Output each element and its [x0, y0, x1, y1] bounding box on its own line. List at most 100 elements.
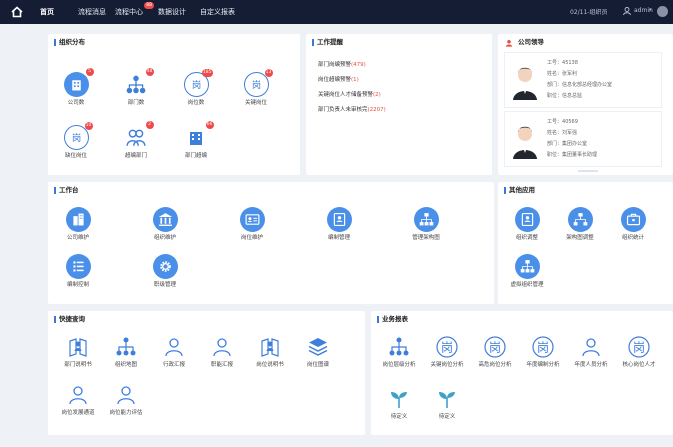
- home-icon[interactable]: [10, 5, 24, 19]
- leader-photo: [511, 121, 539, 159]
- quick-item-label: 职能汇报: [210, 362, 233, 368]
- app-item-label: 架构图调整: [566, 235, 594, 241]
- org-item-vacant-posts[interactable]: 岗 10 缺位岗位: [56, 122, 96, 160]
- workbench-item-label: 公司维护: [66, 235, 89, 241]
- quick-item[interactable]: 行政汇报: [154, 335, 194, 369]
- nav-data-design[interactable]: 数据设计: [158, 7, 186, 17]
- post-icon: 岗 185: [183, 69, 213, 97]
- nav-custom-report[interactable]: 自定义报表: [200, 7, 235, 17]
- quick-item[interactable]: 岗位说明书: [250, 335, 290, 369]
- person-icon: [69, 386, 87, 405]
- workbench-item[interactable]: 编制控制: [58, 254, 98, 289]
- reminder-item[interactable]: 部门岗编预警(479): [318, 60, 366, 68]
- quick-item[interactable]: 部门说明书: [58, 335, 98, 369]
- report-item[interactable]: 待定义: [427, 387, 467, 421]
- bank-icon: [152, 207, 178, 232]
- user-icon[interactable]: [622, 6, 632, 16]
- report-item-label: 岗位层级分析: [382, 362, 416, 368]
- field-value: 信息化部总经理办公室: [562, 82, 613, 88]
- quick-item[interactable]: 职能汇报: [202, 335, 242, 369]
- other-apps-panel: 其他应用 组织调整 架构图调整 组织统计 虚拟组织管理: [498, 182, 673, 304]
- top-navigation-bar: 首页 流程消息 流程中心 88 数据设计 自定义报表 02/11-组织员 admi…: [0, 0, 673, 24]
- report-item[interactable]: 岗 核心岗位人才: [619, 335, 659, 369]
- field-label: 职位：: [547, 152, 563, 158]
- count-badge: 5: [85, 68, 94, 76]
- quick-item-label: 行政汇报: [162, 362, 185, 368]
- reminder-count: (479): [351, 62, 366, 68]
- report-item-label: 年度编制分析: [526, 362, 560, 368]
- carousel-indicator[interactable]: [578, 170, 598, 172]
- org-chart-icon: [413, 207, 439, 232]
- sprout-icon: [439, 392, 455, 408]
- quick-item[interactable]: 岗位图谱: [298, 335, 338, 369]
- business-reports-panel: 业务报表 岗位层级分析 岗 关键岗位分析 岗 高危岗位分析 岗 年度编制分析 年…: [371, 311, 673, 435]
- org-item-dept-overstaff[interactable]: 66 部门超编: [176, 121, 216, 160]
- org-item-overstaffed-depts[interactable]: 2 超编部门: [116, 121, 156, 160]
- panel-title: 其他应用: [504, 187, 535, 194]
- leader-card[interactable]: 工号：40569 姓名：刘军强 部门：集团办公室 职位：集团董事长助理: [504, 111, 662, 167]
- svg-text:岗: 岗: [441, 341, 453, 355]
- report-item[interactable]: 岗 关键岗位分析: [427, 335, 467, 369]
- reminder-item[interactable]: 岗位超编预警(1): [318, 75, 359, 83]
- avatar[interactable]: [657, 6, 668, 17]
- org-item-label: 部门超编: [184, 153, 207, 159]
- quick-item-label: 岗位图谱: [306, 362, 329, 368]
- workbench-item[interactable]: 公司维护: [58, 207, 98, 242]
- quick-item[interactable]: 组织地图: [106, 335, 146, 369]
- org-item-companies[interactable]: 5 公司数: [56, 68, 96, 107]
- nav-process-center[interactable]: 流程中心 88: [115, 2, 154, 17]
- report-item[interactable]: 年度人员分析: [571, 335, 611, 369]
- layers-icon: [308, 338, 328, 356]
- app-item-label: 虚拟组织管理: [510, 282, 544, 288]
- org-item-posts[interactable]: 岗 185 岗位数: [176, 69, 216, 107]
- panel-title: 公司领导: [518, 38, 544, 46]
- post-icon: 岗 10: [63, 122, 93, 150]
- workbench-item[interactable]: 职级管理: [145, 254, 185, 289]
- app-item[interactable]: 组织调整: [507, 207, 547, 242]
- field-label: 部门：: [547, 141, 563, 147]
- reminder-item[interactable]: 部门负责人未审核完(2207): [318, 105, 386, 113]
- workbench-item[interactable]: 岗位维护: [232, 207, 272, 242]
- leader-photo: [511, 62, 539, 100]
- chevron-down-icon[interactable]: ▾: [649, 7, 652, 13]
- app-item-label: 组织调整: [515, 235, 538, 241]
- building-icon: 66: [184, 121, 214, 150]
- post-icon: 岗: [628, 336, 650, 358]
- reminder-text: 关键岗位人才储备预警: [318, 92, 374, 98]
- org-chart-icon: [567, 207, 593, 232]
- quick-item-label: 组织地图: [114, 362, 137, 368]
- workbench-item[interactable]: 组织维护: [145, 207, 185, 242]
- report-item[interactable]: 岗位层级分析: [379, 335, 419, 369]
- report-item-label: 高危岗位分析: [478, 362, 512, 368]
- app-item[interactable]: 架构图调整: [560, 207, 600, 242]
- workbench-item-label: 编制管理: [327, 235, 350, 241]
- post-icon: 岗: [436, 336, 458, 358]
- org-item-label: 关键岗位: [244, 100, 267, 106]
- leader-post: 职位：集团董事长助理: [547, 151, 597, 158]
- person-icon: [213, 338, 231, 357]
- doc-person-icon: [261, 338, 279, 357]
- report-item[interactable]: 岗 高危岗位分析: [475, 335, 515, 369]
- app-item[interactable]: 虚拟组织管理: [507, 254, 547, 289]
- quick-item[interactable]: 岗位能力评估: [106, 383, 146, 417]
- workbench-panel: 工作台 公司维护 组织维护 岗位维护 编制管理 管理架构图 编制控制 职级管理: [48, 182, 494, 304]
- nav-process-messages[interactable]: 流程消息: [78, 7, 106, 17]
- person-icon: [582, 338, 600, 357]
- app-item[interactable]: 组织统计: [613, 207, 653, 242]
- report-item[interactable]: 岗 年度编制分析: [523, 335, 563, 369]
- nav-home[interactable]: 首页: [40, 7, 54, 17]
- field-value: 信息总监: [562, 93, 583, 99]
- quick-item[interactable]: 岗位发展通道: [58, 383, 98, 417]
- quick-item-label: 部门说明书: [64, 362, 92, 368]
- leader-card[interactable]: 工号：45138 姓名：张军利 部门：信息化部总经理办公室 职位：信息总监: [504, 52, 662, 108]
- person-icon: [117, 386, 135, 405]
- reminder-item[interactable]: 关键岗位人才储备预警(2): [318, 90, 381, 98]
- sprout-icon: [391, 392, 407, 408]
- workbench-item[interactable]: 编制管理: [319, 207, 359, 242]
- org-item-key-posts[interactable]: 岗 13 关键岗位: [236, 69, 276, 107]
- report-item[interactable]: 待定义: [379, 387, 419, 421]
- quick-query-panel: 快捷查询 部门说明书 组织地图 行政汇报 职能汇报 岗位说明书 岗位图谱 岗位发…: [48, 311, 365, 435]
- org-item-departments[interactable]: 48 部门数: [116, 68, 156, 107]
- workbench-item[interactable]: 管理架构图: [406, 207, 446, 242]
- svg-text:岗: 岗: [251, 80, 260, 91]
